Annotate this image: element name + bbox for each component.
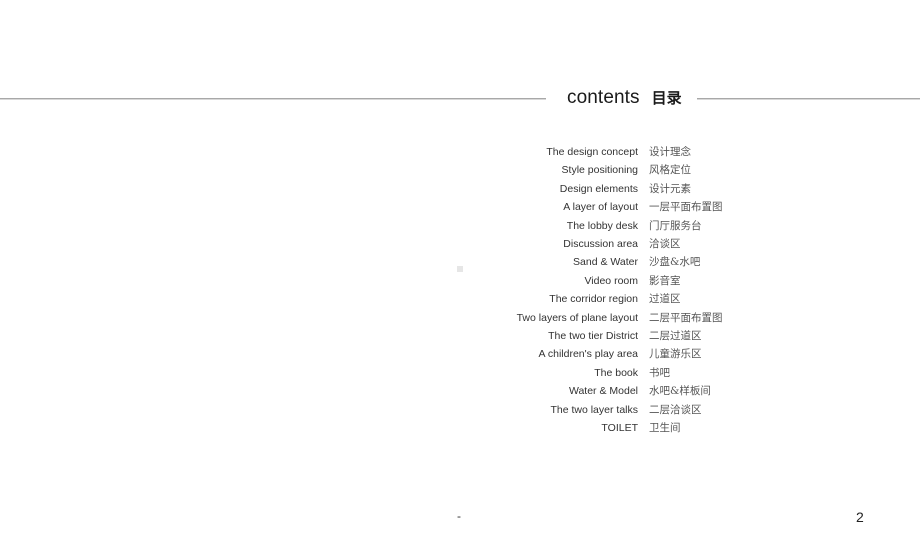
toc-item: Two layers of plane layout 二层平面布置图 bbox=[0, 309, 920, 327]
heading-title-en: contents bbox=[567, 87, 640, 108]
toc-item-en: A layer of layout bbox=[563, 201, 638, 214]
toc-item-zh: 过道区 bbox=[649, 293, 681, 306]
heading-rule-right bbox=[697, 98, 920, 100]
page-number: 2 bbox=[856, 509, 864, 525]
toc-item: The book 书吧 bbox=[0, 364, 920, 382]
toc-item-en: The design concept bbox=[546, 146, 638, 158]
toc-item-zh: 书吧 bbox=[649, 366, 670, 379]
toc-item: The corridor region 过道区 bbox=[0, 290, 920, 308]
toc-item-zh: 门厅服务台 bbox=[649, 219, 702, 232]
toc-item: The two layer talks 二层洽谈区 bbox=[0, 401, 920, 419]
toc-item-en: TOILET bbox=[601, 422, 638, 434]
toc-item-zh: 儿童游乐区 bbox=[649, 348, 702, 361]
toc-item-en: The two tier District bbox=[548, 330, 638, 342]
toc-item-en: Design elements bbox=[559, 182, 638, 195]
toc-item-en: Sand & Water bbox=[573, 256, 638, 269]
toc-item: TOILET 卫生间 bbox=[0, 419, 920, 437]
toc-item-zh: 二层过道区 bbox=[649, 330, 702, 342]
toc-item-en: Discussion area bbox=[563, 238, 638, 250]
toc-item-en: The book bbox=[594, 366, 638, 379]
toc-item-zh: 卫生间 bbox=[649, 422, 681, 434]
toc-item-zh: 沙盘&水吧 bbox=[649, 256, 701, 269]
toc-item: A layer of layout 一层平面布置图 bbox=[0, 198, 920, 216]
toc-item: Water & Model 水吧&样板间 bbox=[0, 382, 920, 400]
toc-item: The two tier District 二层过道区 bbox=[0, 327, 920, 345]
toc-item-zh: 设计理念 bbox=[649, 146, 691, 158]
toc-item-en: The corridor region bbox=[549, 293, 638, 306]
toc-item: Style positioning 风格定位 bbox=[0, 161, 920, 179]
toc-item-en: A children's play area bbox=[538, 348, 638, 361]
placeholder-marker bbox=[457, 266, 463, 272]
toc-item-zh: 二层洽谈区 bbox=[649, 403, 702, 416]
toc-item: The lobby desk 门厅服务台 bbox=[0, 217, 920, 235]
toc-item-zh: 水吧&样板间 bbox=[649, 385, 711, 398]
toc-item-en: The lobby desk bbox=[566, 219, 638, 232]
toc-item: A children's play area 儿童游乐区 bbox=[0, 345, 920, 363]
toc-item-en: Water & Model bbox=[568, 385, 638, 398]
toc-item-zh: 设计元素 bbox=[649, 182, 691, 195]
contents-heading: contents 目录 bbox=[567, 87, 682, 109]
toc-item-zh: 二层平面布置图 bbox=[649, 311, 723, 324]
toc-item-zh: 风格定位 bbox=[649, 164, 691, 177]
toc-item: Design elements 设计元素 bbox=[0, 180, 920, 198]
toc-item: Discussion area 洽谈区 bbox=[0, 235, 920, 253]
toc-item-zh: 洽谈区 bbox=[649, 238, 681, 250]
toc-item-en: Video room bbox=[584, 274, 638, 287]
toc-item-en: Style positioning bbox=[561, 164, 638, 177]
toc-item-zh: 一层平面布置图 bbox=[649, 201, 723, 214]
heading-title-zh: 目录 bbox=[651, 89, 682, 107]
footer-dash: - bbox=[457, 509, 461, 523]
toc-item-zh: 影音室 bbox=[649, 274, 681, 287]
toc-item-en: The two layer talks bbox=[550, 403, 638, 416]
toc-item: Video room 影音室 bbox=[0, 272, 920, 290]
toc-item: The design concept 设计理念 bbox=[0, 143, 920, 161]
heading-rule-left bbox=[0, 98, 546, 100]
toc-item-en: Two layers of plane layout bbox=[516, 311, 638, 324]
